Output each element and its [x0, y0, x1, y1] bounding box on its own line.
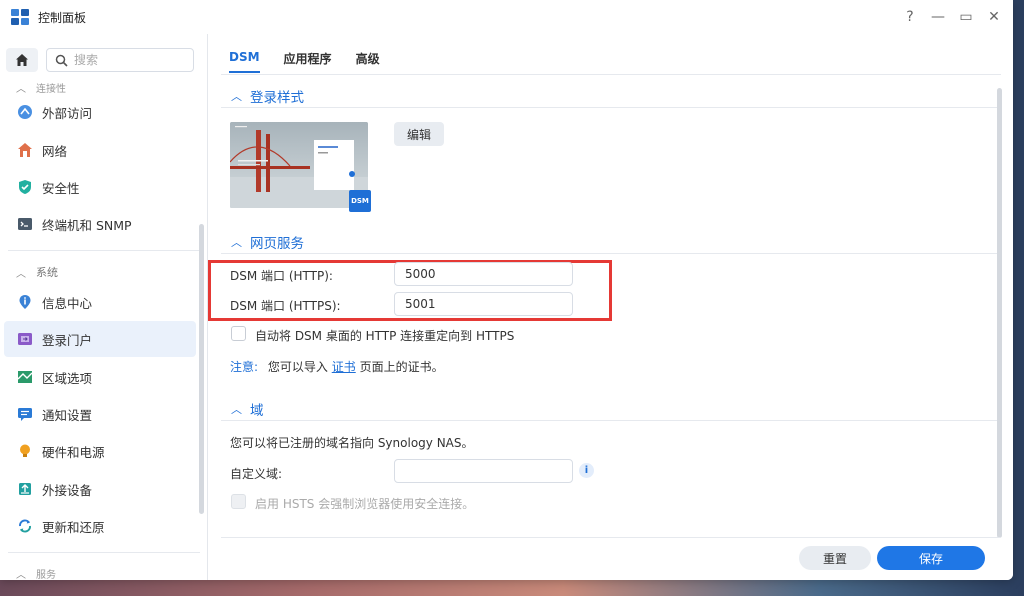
reset-button[interactable]: 重置	[799, 546, 871, 570]
sidebar-item-login-portal[interactable]: 登录门户	[4, 321, 196, 357]
nav-group-services[interactable]: ︿ 服务	[16, 566, 56, 580]
sidebar: ︿ 连接性 外部访问 网络 安全性	[0, 34, 208, 580]
search-input[interactable]	[74, 53, 174, 67]
network-house-icon	[16, 141, 34, 159]
nav-divider	[8, 250, 200, 251]
chevron-up-icon: ︿	[16, 268, 26, 280]
sidebar-item-update-restore[interactable]: 更新和还原	[4, 508, 196, 544]
http-port-label: DSM 端口 (HTTP):	[230, 269, 333, 283]
search-box[interactable]	[46, 48, 194, 72]
edit-button[interactable]: 编辑	[394, 122, 444, 146]
title-bar: 控制面板 ? — ▭ ✕	[0, 0, 1013, 34]
tab-advanced[interactable]: 高级	[356, 50, 380, 73]
nav-group-connectivity[interactable]: ︿ 连接性	[16, 80, 66, 95]
sidebar-item-hardware-power[interactable]: 硬件和电源	[4, 433, 196, 469]
hsts-label: 启用 HSTS 会强制浏览器使用安全连接。	[255, 497, 475, 511]
certificate-link[interactable]: 证书	[332, 360, 356, 374]
info-pin-icon	[16, 293, 34, 311]
section-login-style-header[interactable]: ︿ 登录样式	[231, 86, 304, 106]
sidebar-scrollbar[interactable]	[199, 224, 204, 514]
http-port-input[interactable]	[394, 262, 573, 286]
certificate-note: 注意: 您可以导入 证书 页面上的证书。	[230, 360, 444, 374]
footer-divider	[221, 537, 1001, 538]
search-icon	[55, 54, 68, 67]
custom-domain-label: 自定义域:	[230, 467, 283, 481]
window-title: 控制面板	[38, 11, 87, 25]
control-panel-app-icon	[11, 9, 29, 25]
sidebar-item-notification[interactable]: 通知设置	[4, 396, 196, 432]
region-map-icon	[16, 368, 34, 386]
close-icon[interactable]: ✕	[983, 6, 1005, 28]
external-access-icon	[16, 103, 34, 121]
control-panel-window: 控制面板 ? — ▭ ✕ ︿ 连接性	[0, 0, 1013, 580]
redirect-https-label: 自动将 DSM 桌面的 HTTP 连接重定向到 HTTPS	[255, 329, 515, 343]
nav-group-system[interactable]: ︿ 系统	[16, 264, 58, 280]
shield-icon	[16, 178, 34, 196]
minimize-icon[interactable]: —	[927, 6, 949, 28]
sidebar-item-network[interactable]: 网络	[4, 132, 196, 168]
content-scrollbar[interactable]	[997, 88, 1002, 538]
redirect-https-checkbox[interactable]	[231, 326, 246, 341]
login-style-preview	[230, 122, 368, 208]
golden-gate-thumbnail	[230, 122, 368, 208]
https-port-input[interactable]	[394, 292, 573, 316]
sidebar-item-terminal-snmp[interactable]: 终端机和 SNMP	[4, 206, 196, 242]
info-icon[interactable]: i	[579, 463, 594, 478]
tab-divider	[221, 74, 1001, 75]
tab-applications[interactable]: 应用程序	[284, 50, 332, 73]
chevron-up-icon: ︿	[231, 90, 242, 103]
dsm-badge: DSM	[349, 190, 371, 212]
sidebar-item-external-devices[interactable]: 外接设备	[4, 471, 196, 507]
domain-description: 您可以将已注册的域名指向 Synology NAS。	[230, 436, 474, 450]
section-web-service-header[interactable]: ︿ 网页服务	[231, 232, 304, 252]
sidebar-item-external-access[interactable]: 外部访问	[4, 94, 196, 130]
window-controls: ? — ▭ ✕	[899, 6, 1005, 28]
custom-domain-input[interactable]	[394, 459, 573, 483]
https-port-label: DSM 端口 (HTTPS):	[230, 299, 341, 313]
login-portal-icon	[16, 330, 34, 348]
tab-bar: DSM 应用程序 高级	[229, 50, 380, 73]
save-button[interactable]: 保存	[877, 546, 985, 570]
section-divider	[221, 420, 1001, 421]
section-domain-header[interactable]: ︿ 域	[231, 399, 264, 419]
nav-divider	[8, 552, 200, 553]
lightbulb-icon	[16, 442, 34, 460]
home-button[interactable]	[6, 48, 38, 72]
external-device-icon	[16, 480, 34, 498]
chevron-up-icon: ︿	[231, 403, 242, 416]
terminal-icon	[16, 215, 34, 233]
help-icon[interactable]: ?	[899, 6, 921, 28]
notification-icon	[16, 405, 34, 423]
sidebar-item-region[interactable]: 区域选项	[4, 359, 196, 395]
maximize-icon[interactable]: ▭	[955, 6, 977, 28]
sidebar-item-info-center[interactable]: 信息中心	[4, 284, 196, 320]
section-divider	[221, 253, 1001, 254]
chevron-up-icon: ︿	[231, 236, 242, 249]
sidebar-item-security[interactable]: 安全性	[4, 169, 196, 205]
hsts-checkbox[interactable]	[231, 494, 246, 509]
chevron-up-icon: ︿	[16, 570, 26, 580]
section-divider	[221, 107, 1001, 108]
update-restore-icon	[16, 517, 34, 535]
chevron-up-icon: ︿	[16, 84, 26, 95]
tab-dsm[interactable]: DSM	[229, 50, 260, 73]
main-content: DSM 应用程序 高级 ︿ 登录样式 DSM 编辑 ︿ 网页服务 DSM 端口 …	[208, 34, 1013, 580]
home-icon	[16, 54, 28, 66]
